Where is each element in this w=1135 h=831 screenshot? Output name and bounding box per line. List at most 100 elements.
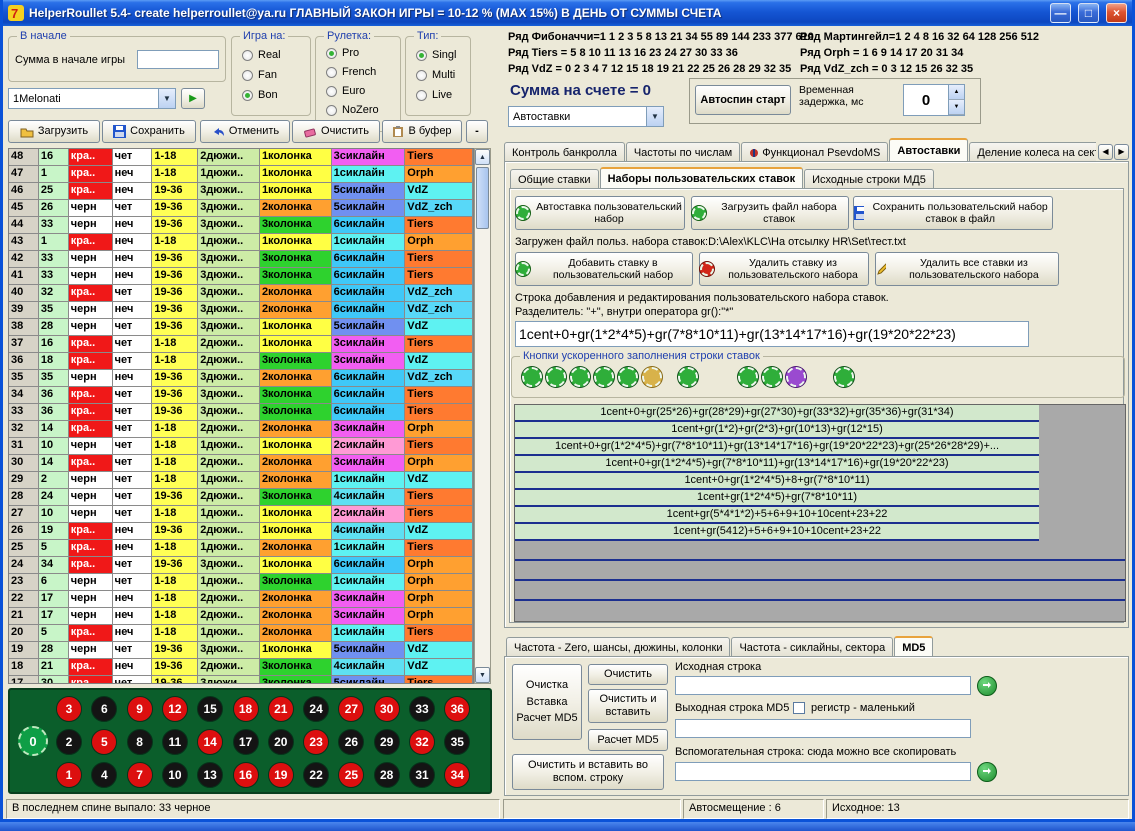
- bets-list-item[interactable]: 1cent+0+gr(1*2*4*5)+8+gr(7*8*10*11): [515, 473, 1039, 490]
- bets-list-item[interactable]: 1cent+gr(5412)+5+6+9+10+10cent+23+22: [515, 524, 1039, 541]
- tab-bankroll-control[interactable]: Контроль банкролла: [504, 142, 625, 162]
- table-row[interactable]: 2117черннеч1-182дюжи..2колонка3сиклайнOr…: [9, 608, 473, 625]
- table-row[interactable]: 431кра..неч1-181дюжи..1колонка1сиклайнOr…: [9, 234, 473, 251]
- board-number-11[interactable]: 11: [162, 729, 188, 755]
- board-number-24[interactable]: 24: [303, 696, 329, 722]
- md5-source-input[interactable]: [675, 676, 971, 695]
- autobet-user-set-button[interactable]: Автоставка пользовательский набор: [515, 196, 685, 230]
- board-number-13[interactable]: 13: [197, 762, 223, 788]
- chevron-down-icon[interactable]: ▼: [158, 89, 175, 108]
- board-number-27[interactable]: 27: [338, 696, 364, 722]
- tab-scroll-left-icon[interactable]: ◀: [1098, 144, 1113, 160]
- taskbar[interactable]: [0, 822, 1135, 831]
- bets-list-item[interactable]: 1cent+0+gr(25*26)+gr(28*29)+gr(27*30)+gr…: [515, 405, 1039, 422]
- radio-euro[interactable]: Euro: [326, 85, 365, 97]
- chip-button-9[interactable]: [762, 367, 782, 387]
- board-number-10[interactable]: 10: [162, 762, 188, 788]
- tab-psevdoms[interactable]: Функционал PsevdoMS: [741, 142, 888, 162]
- board-number-14[interactable]: 14: [197, 729, 223, 755]
- radio-french[interactable]: French: [326, 66, 376, 78]
- board-number-16[interactable]: 16: [233, 762, 259, 788]
- tab-freq-zero-chances[interactable]: Частота - Zero, шансы, дюжины, колонки: [506, 637, 730, 657]
- close-button[interactable]: ×: [1106, 3, 1127, 23]
- board-number-29[interactable]: 29: [374, 729, 400, 755]
- table-row[interactable]: 3214кра..чет1-182дюжи..2колонка3сиклайнO…: [9, 421, 473, 438]
- chip-button-8[interactable]: [738, 367, 758, 387]
- table-row[interactable]: 4032кра..чет19-363дюжи..2колонка6сиклайн…: [9, 285, 473, 302]
- table-row[interactable]: 4816кра..чет1-182дюжи..1колонка3сиклайнT…: [9, 149, 473, 166]
- table-row[interactable]: 2434кра..чет19-363дюжи..1колонка6сиклайн…: [9, 557, 473, 574]
- board-number-33[interactable]: 33: [409, 696, 435, 722]
- board-number-34[interactable]: 34: [444, 762, 470, 788]
- bets-list[interactable]: 1cent+0+gr(25*26)+gr(28*29)+gr(27*30)+gr…: [514, 404, 1126, 622]
- table-row[interactable]: 4233черннеч19-363дюжи..3колонка6сиклайнT…: [9, 251, 473, 268]
- board-number-25[interactable]: 25: [338, 762, 364, 788]
- clear-paste-aux-button[interactable]: Очистить и вставить во вспом. строку: [512, 754, 664, 790]
- md5-clear-button[interactable]: Очистить: [588, 664, 668, 685]
- radio-live[interactable]: Live: [416, 89, 452, 101]
- radio-multi[interactable]: Multi: [416, 69, 455, 81]
- autobets-combo[interactable]: Автоставки ▼: [508, 106, 664, 127]
- delete-bet-button[interactable]: Удалить ставку из пользовательского набо…: [699, 252, 869, 286]
- radio-pro[interactable]: Pro: [326, 47, 359, 59]
- undo-button[interactable]: Отменить: [200, 120, 290, 143]
- autospin-start-button[interactable]: Автоспин старт: [695, 85, 791, 115]
- table-row[interactable]: 2619кра..неч19-362дюжи..1колонка4сиклайн…: [9, 523, 473, 540]
- radio-real[interactable]: Real: [242, 49, 281, 61]
- table-row[interactable]: 236чернчет1-181дюжи..3колонка1сиклайнOrp…: [9, 574, 473, 591]
- table-row[interactable]: 3436кра..чет19-363дюжи..3колонка6сиклайн…: [9, 387, 473, 404]
- board-number-22[interactable]: 22: [303, 762, 329, 788]
- board-number-15[interactable]: 15: [197, 696, 223, 722]
- board-number-26[interactable]: 26: [338, 729, 364, 755]
- radio-fan[interactable]: Fan: [242, 69, 277, 81]
- table-row[interactable]: 3618кра..чет1-182дюжи..3колонка3сиклайнV…: [9, 353, 473, 370]
- preset-combo[interactable]: 1Melonati ▼: [8, 88, 176, 109]
- table-row[interactable]: 4433черннеч19-363дюжи..3колонка6сиклайнT…: [9, 217, 473, 234]
- tab-user-bet-sets[interactable]: Наборы пользовательских ставок: [600, 167, 804, 189]
- table-row[interactable]: 292чернчет1-181дюжи..2колонка1сиклайнVdZ: [9, 472, 473, 489]
- board-number-20[interactable]: 20: [268, 729, 294, 755]
- board-number-5[interactable]: 5: [91, 729, 117, 755]
- chip-button-6[interactable]: [642, 367, 662, 387]
- table-row[interactable]: 3110чернчет1-181дюжи..1колонка2сиклайнTi…: [9, 438, 473, 455]
- board-number-8[interactable]: 8: [127, 729, 153, 755]
- load-button[interactable]: Загрузить: [8, 120, 100, 143]
- bets-list-item[interactable]: 1cent+0+gr(1*2*4*5)+gr(7*8*10*11)+gr(13*…: [515, 439, 1039, 456]
- table-row[interactable]: 3336кра..чет19-363дюжи..3колонка6сиклайн…: [9, 404, 473, 421]
- spinner-arrows[interactable]: ▲▼: [948, 85, 964, 115]
- chip-button-5[interactable]: [618, 367, 638, 387]
- delay-spinner[interactable]: 0 ▲▼: [903, 84, 965, 116]
- table-row[interactable]: 4625кра..неч19-363дюжи..1колонка5сиклайн…: [9, 183, 473, 200]
- scroll-up-icon[interactable]: ▲: [475, 149, 490, 165]
- tab-scroll-right-icon[interactable]: ▶: [1114, 144, 1129, 160]
- chip-button-1[interactable]: [522, 367, 542, 387]
- save-button[interactable]: Сохранить: [102, 120, 196, 143]
- table-row[interactable]: 471кра..неч1-181дюжи..1колонка1сиклайнOr…: [9, 166, 473, 183]
- chip-button-2[interactable]: [546, 367, 566, 387]
- table-row[interactable]: 2710чернчет1-181дюжи..1колонка2сиклайнTi…: [9, 506, 473, 523]
- table-row[interactable]: 3014кра..чет1-182дюжи..2колонка3сиклайнO…: [9, 455, 473, 472]
- board-number-zero[interactable]: 0: [18, 726, 48, 756]
- table-row[interactable]: 3535черннеч19-363дюжи..2колонка6сиклайнV…: [9, 370, 473, 387]
- chip-button-10[interactable]: [786, 367, 806, 387]
- board-number-12[interactable]: 12: [162, 696, 188, 722]
- bet-string-input[interactable]: [515, 321, 1029, 347]
- table-scrollbar[interactable]: ▲ ▼: [474, 148, 491, 684]
- save-bet-set-button[interactable]: Сохранить пользовательский набор ставок …: [853, 196, 1053, 230]
- to-buffer-button[interactable]: В буфер: [382, 120, 462, 143]
- table-row[interactable]: 1928чернчет19-363дюжи..1колонка5сиклайнV…: [9, 642, 473, 659]
- board-number-6[interactable]: 6: [91, 696, 117, 722]
- aux-string-input[interactable]: [675, 762, 971, 781]
- table-row[interactable]: 255кра..неч1-181дюжи..2колонка1сиклайнTi…: [9, 540, 473, 557]
- minimize-button[interactable]: —: [1050, 3, 1071, 23]
- start-sum-input[interactable]: [137, 50, 219, 69]
- md5-calc-button[interactable]: Расчет MD5: [588, 729, 668, 751]
- scroll-down-icon[interactable]: ▼: [475, 667, 490, 683]
- table-row[interactable]: 2217черннеч1-182дюжи..2колонка3сиклайнOr…: [9, 591, 473, 608]
- clear-button[interactable]: Очистить: [292, 120, 380, 143]
- board-number-1[interactable]: 1: [56, 762, 82, 788]
- table-row[interactable]: 4526чернчет19-363дюжи..2колонка5сиклайнV…: [9, 200, 473, 217]
- table-row[interactable]: 205кра..неч1-181дюжи..2колонка1сиклайнTi…: [9, 625, 473, 642]
- board-number-32[interactable]: 32: [409, 729, 435, 755]
- board-number-3[interactable]: 3: [56, 696, 82, 722]
